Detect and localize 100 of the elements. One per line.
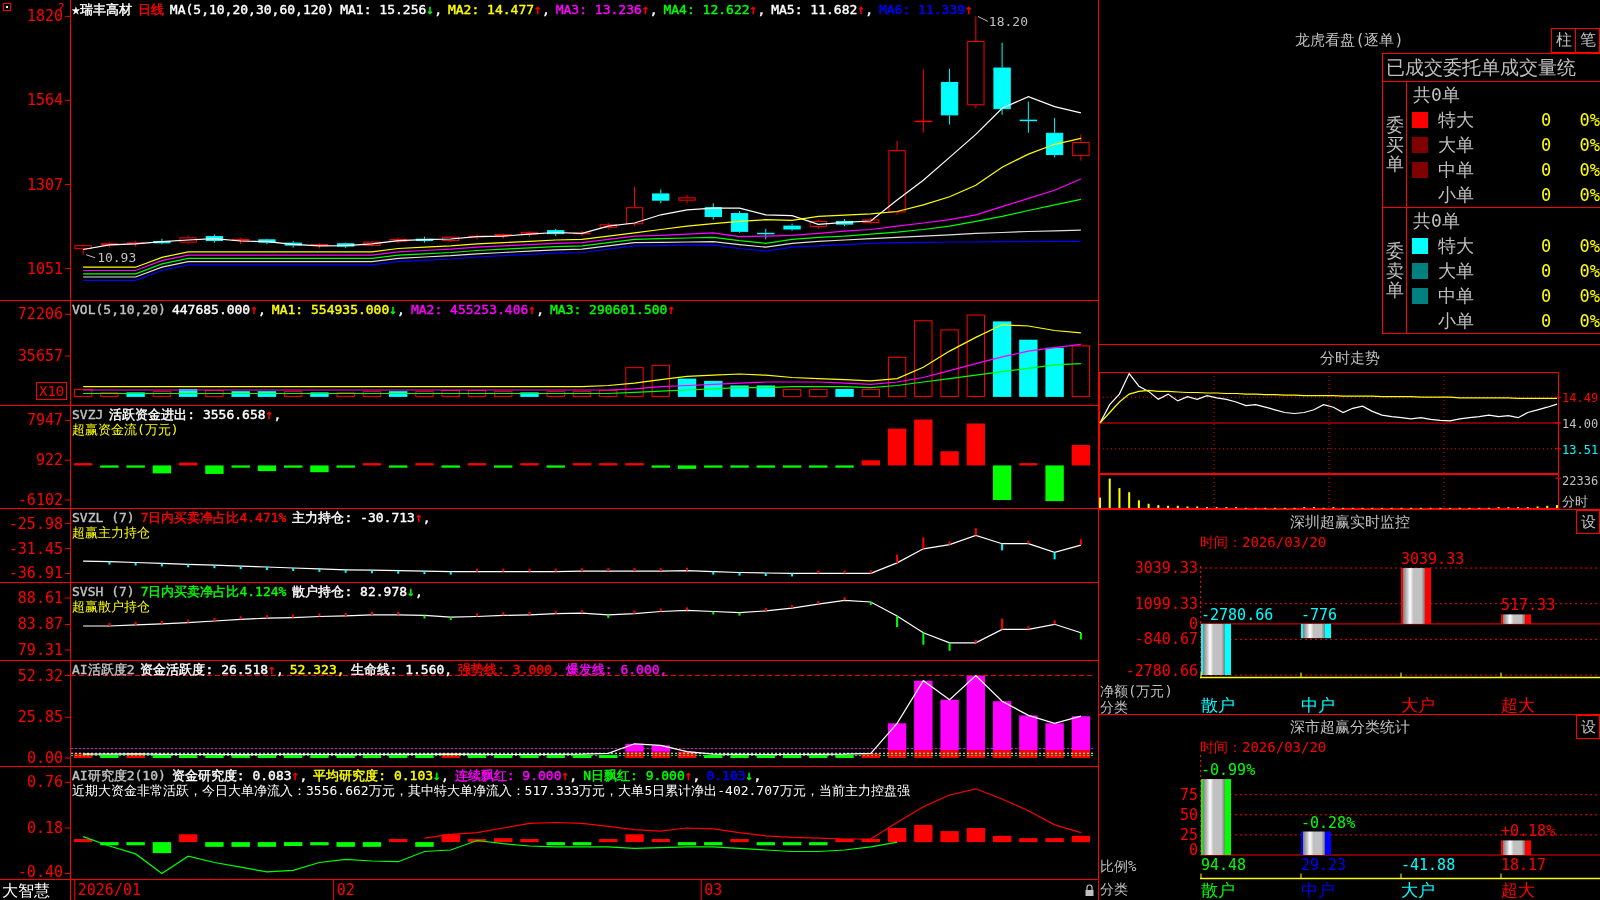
price-label: 10.93	[97, 249, 137, 265]
order-type-label: 特大	[1438, 233, 1474, 258]
axis-tick-label: 0.18	[26, 819, 63, 837]
indicator-label: 52.323,	[289, 662, 345, 677]
indicator-label: SVSH (7)	[72, 584, 135, 599]
order-type-label: 中单	[1438, 157, 1474, 182]
order-type-label: 小单	[1438, 182, 1474, 207]
axis-tick-label: 3039.33	[1134, 559, 1198, 578]
category-label: 中户	[1301, 880, 1335, 900]
axis-tick-label: 35657	[17, 347, 63, 366]
indicator-label: MA(5,10,20,30,60,120)	[169, 2, 335, 17]
indicator-subtitle: 超赢资金流(万元)	[72, 422, 179, 437]
indicator-label: N日飘红: 9.000↑,	[583, 768, 701, 783]
indicator-label: 生命线: 1.560,	[350, 662, 453, 677]
axis-tick-label: 79.31	[17, 641, 63, 659]
order-share: 0%	[1579, 260, 1600, 281]
order-count: 0	[1540, 285, 1552, 306]
order-share: 0%	[1579, 184, 1600, 205]
indicator-label: MA1: 15.256↓,	[340, 2, 442, 17]
indicator-label: 7日内买卖净占比4.124%	[140, 584, 287, 599]
order-count: 0	[1540, 159, 1552, 180]
axis-tick-label: 0.76	[26, 773, 63, 792]
data-label: 517.33	[1501, 596, 1556, 615]
indicator-label: MA3: 13.236↑,	[555, 2, 658, 17]
axis-tick-label: 83.87	[17, 615, 63, 634]
axis-tick-label: -2780.66	[1125, 662, 1198, 680]
order-count: 0	[1540, 109, 1552, 130]
indicator-label: 活跃资金进出: 3556.658↑,	[109, 407, 282, 422]
axis-tick-label: -25.98	[8, 514, 63, 533]
category-label: 中户	[1301, 695, 1335, 714]
indicator-label: 平均研究度: 0.103↓,	[313, 768, 449, 783]
category-label: 大户	[1401, 880, 1435, 900]
indicator-subtitle: 超赢主力持仓	[72, 525, 150, 540]
category-label: 超大	[1501, 695, 1535, 714]
data-label: -776	[1301, 605, 1338, 624]
axis-tick-label: 0	[1188, 841, 1198, 859]
axis-tick-label: -36.91	[8, 564, 63, 582]
brand-name: 大智慧	[2, 881, 50, 900]
indicator-label: MA2: 455253.406↑,	[410, 302, 544, 317]
order-count: 0	[1540, 134, 1552, 155]
date-time-label: 时间：2026/03/20	[1200, 739, 1327, 755]
date-label: 2026/01	[77, 881, 141, 899]
axis-tick-label: 922	[35, 451, 63, 470]
axis-title: 比例%	[1100, 858, 1137, 874]
axis-tick-label: 52.32	[17, 666, 63, 685]
order-count: 0	[1540, 235, 1552, 256]
order-type-label: 大单	[1438, 258, 1474, 283]
order-total: 共0单	[1413, 208, 1460, 233]
panel-title: 分时走势	[1319, 349, 1380, 368]
percent-label: +0.18%	[1501, 822, 1556, 841]
data-label: 29.23	[1301, 856, 1347, 874]
axis-tick-label: -840.67	[1134, 630, 1198, 649]
indicator-label: 爆发线: 6.000,	[565, 662, 668, 677]
indicator-label: MA3: 290601.500↑	[550, 302, 676, 317]
axis-tick-label: 25.85	[17, 708, 63, 727]
order-count: 0	[1540, 260, 1552, 281]
axis-tick-label: 88.61	[17, 589, 63, 607]
axis-tick-label: 14.00	[1562, 417, 1599, 431]
indicator-label: 主力持仓: -30.713↑,	[292, 510, 431, 525]
indicator-label: 散户持仓: 82.978↓,	[292, 584, 423, 599]
order-share: 0%	[1579, 310, 1600, 331]
axis-tick-label: 13.51	[1562, 442, 1599, 457]
indicator-label: ★瑞丰高材	[72, 2, 132, 17]
indicator-label: 0.103↓,	[706, 768, 762, 783]
axis-tick-label: -31.45	[8, 539, 63, 558]
panel-title: 深圳超赢实时监控	[1289, 512, 1410, 532]
indicator-label: SVZJ	[72, 407, 104, 422]
order-share: 0%	[1579, 109, 1600, 130]
category-label: 散户	[1201, 880, 1235, 900]
indicator-label: 资金活跃度: 26.518↑,	[140, 662, 284, 677]
axis-tick-label: 1099.33	[1134, 594, 1198, 613]
axis-tick-label: -6102	[17, 491, 63, 508]
category-label: 散户	[1201, 695, 1235, 714]
indicator-subtitle: 超赢散户持仓	[72, 599, 150, 614]
order-total: 共0单	[1413, 82, 1460, 107]
group-label: 委买单	[1385, 114, 1404, 175]
axis-tick-label: 1051	[26, 259, 63, 278]
indicator-label: MA5: 11.682↑,	[771, 2, 873, 17]
panel-title: 深市超赢分类统计	[1289, 717, 1410, 737]
axis-tick-label: 25	[1179, 825, 1198, 844]
indicator-label: SVZL (7)	[72, 510, 135, 525]
axis-tick-label: 14.49	[1562, 391, 1599, 406]
indicator-message: 近期大资金非常活跃，今日大单净流入：3556.662万元，其中特大单净流入：517.333万元，大单5日累计净出-402.707万元，当前主力控盘强	[72, 783, 910, 798]
group-label: 委卖单	[1385, 240, 1404, 301]
axis-title: 分类	[1100, 881, 1128, 897]
axis-tick-label: 7947	[26, 411, 63, 430]
indicator-label: VOL(5,10,20)	[72, 302, 166, 317]
indicator-label: MA4: 12.622↑,	[663, 2, 766, 17]
order-type-label: 特大	[1438, 107, 1474, 132]
order-count: 0	[1540, 310, 1552, 331]
data-label: -41.88	[1401, 856, 1456, 874]
category-label: 大户	[1401, 695, 1435, 714]
indicator-label: MA2: 14.477↑,	[447, 2, 550, 17]
table-title: 已成交委托单成交量统	[1386, 54, 1576, 80]
axis-tick-label: 1307	[26, 175, 63, 194]
category-label: 超大	[1501, 880, 1535, 900]
axis-tick-label: 0.00	[26, 749, 63, 766]
order-share: 0%	[1579, 159, 1600, 180]
price-label: 18.20	[988, 14, 1028, 30]
axis-title: 分类	[1100, 699, 1128, 714]
